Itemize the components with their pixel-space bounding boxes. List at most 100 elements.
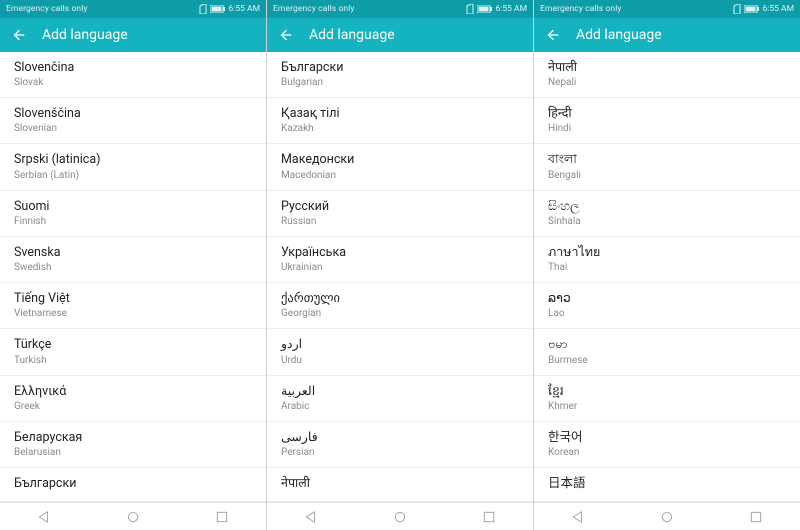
language-item[interactable]: Tiếng ViệtVietnamese xyxy=(0,283,266,329)
language-english: Ukrainian xyxy=(281,262,519,274)
language-item[interactable]: ខ្មែរKhmer xyxy=(534,376,800,422)
language-native: नेपाली xyxy=(281,476,519,492)
language-english: Macedonian xyxy=(281,170,519,182)
language-english: Lao xyxy=(548,308,786,320)
language-item[interactable]: हिन्दीHindi xyxy=(534,98,800,144)
language-english: Slovak xyxy=(14,77,252,89)
language-native: Slovenčina xyxy=(14,60,252,76)
language-item[interactable]: SuomiFinnish xyxy=(0,191,266,237)
language-item[interactable]: SvenskaSwedish xyxy=(0,237,266,283)
language-native: ภาษาไทย xyxy=(548,245,786,261)
language-item[interactable]: БългарскиBulgarian xyxy=(267,52,533,98)
language-english: Slovenian xyxy=(14,123,252,135)
language-english: Vietnamese xyxy=(14,308,252,320)
back-icon[interactable] xyxy=(544,26,562,44)
language-item[interactable]: বাংলাBengali xyxy=(534,144,800,190)
language-item[interactable]: SlovenčinaSlovak xyxy=(0,52,266,98)
language-english: Arabic xyxy=(281,401,519,413)
language-english: Georgian xyxy=(281,308,519,320)
language-native: Tiếng Việt xyxy=(14,291,252,307)
status-right: 6:55 AM xyxy=(733,4,794,14)
language-english: Burmese xyxy=(548,355,786,367)
sim-icon xyxy=(466,4,474,14)
language-item[interactable]: SlovenščinaSlovenian xyxy=(0,98,266,144)
screens-row: Emergency calls only 6:55 AM Add languag… xyxy=(0,0,800,530)
sim-icon xyxy=(733,4,741,14)
title-bar: Add language xyxy=(0,18,266,52)
title-bar: Add language xyxy=(267,18,533,52)
status-time: 6:55 AM xyxy=(763,4,794,14)
status-bar: Emergency calls only 6:55 AM xyxy=(0,0,266,18)
status-network: Emergency calls only xyxy=(540,4,621,14)
language-item[interactable]: 日本語 xyxy=(534,468,800,502)
language-english: Hindi xyxy=(548,123,786,135)
language-native: 日本語 xyxy=(548,476,786,492)
language-item[interactable]: فارسیPersian xyxy=(267,422,533,468)
language-item[interactable]: ລາວLao xyxy=(534,283,800,329)
language-item[interactable]: සිංහලSinhala xyxy=(534,191,800,237)
page-title: Add language xyxy=(576,27,662,43)
language-item[interactable]: اردو Urdu xyxy=(267,329,533,375)
language-item[interactable]: 한국어Korean xyxy=(534,422,800,468)
nav-recent-icon[interactable] xyxy=(745,506,767,528)
language-native: हिन्दी xyxy=(548,106,786,122)
language-english: Urdu xyxy=(281,355,519,367)
language-native: Беларуская xyxy=(14,430,252,446)
language-item[interactable]: ქართულიGeorgian xyxy=(267,283,533,329)
language-list[interactable]: БългарскиBulgarian Қазақ тіліKazakh Маке… xyxy=(267,52,533,502)
page-title: Add language xyxy=(42,27,128,43)
language-english: Belarusian xyxy=(14,447,252,459)
language-item[interactable]: नेपालीNepali xyxy=(534,52,800,98)
language-item[interactable]: Қазақ тіліKazakh xyxy=(267,98,533,144)
nav-back-icon[interactable] xyxy=(567,506,589,528)
language-native: Ελληνικά xyxy=(14,384,252,400)
battery-icon xyxy=(477,5,493,13)
language-english: Sinhala xyxy=(548,216,786,228)
language-native: Македонски xyxy=(281,152,519,168)
language-item[interactable]: ဗမာBurmese xyxy=(534,329,800,375)
language-item[interactable]: Български xyxy=(0,468,266,502)
language-item[interactable]: TürkçeTurkish xyxy=(0,329,266,375)
language-native: Қазақ тілі xyxy=(281,106,519,122)
language-item[interactable]: العربيةArabic xyxy=(267,376,533,422)
language-item[interactable]: БеларускаяBelarusian xyxy=(0,422,266,468)
nav-back-icon[interactable] xyxy=(300,506,322,528)
language-item[interactable]: Македонски Macedonian xyxy=(267,144,533,190)
language-native: සිංහල xyxy=(548,199,786,215)
screen-2: Emergency calls only 6:55 AM Add languag… xyxy=(534,0,800,530)
language-english: Nepali xyxy=(548,77,786,89)
status-network: Emergency calls only xyxy=(6,4,87,14)
language-item[interactable]: Srpski (latinica)Serbian (Latin) xyxy=(0,144,266,190)
language-native: Български xyxy=(281,60,519,76)
screen-0: Emergency calls only 6:55 AM Add languag… xyxy=(0,0,267,530)
battery-icon xyxy=(210,5,226,13)
language-english: Finnish xyxy=(14,216,252,228)
status-right: 6:55 AM xyxy=(199,4,260,14)
back-icon[interactable] xyxy=(10,26,28,44)
battery-icon xyxy=(744,5,760,13)
status-time: 6:55 AM xyxy=(229,4,260,14)
language-native: العربية xyxy=(281,384,519,400)
nav-recent-icon[interactable] xyxy=(478,506,500,528)
language-item[interactable]: ΕλληνικάGreek xyxy=(0,376,266,422)
language-native: Türkçe xyxy=(14,337,252,353)
status-bar: Emergency calls only 6:55 AM xyxy=(534,0,800,18)
language-native: Български xyxy=(14,476,252,492)
back-icon[interactable] xyxy=(277,26,295,44)
nav-home-icon[interactable] xyxy=(656,506,678,528)
language-list[interactable]: नेपालीNepali हिन्दीHindi বাংলাBengali සි… xyxy=(534,52,800,502)
language-list[interactable]: SlovenčinaSlovak SlovenščinaSlovenian Sr… xyxy=(0,52,266,502)
language-native: Slovenščina xyxy=(14,106,252,122)
language-native: اردو xyxy=(281,337,519,353)
language-item[interactable]: नेपाली xyxy=(267,468,533,502)
language-native: ລາວ xyxy=(548,291,786,307)
nav-back-icon[interactable] xyxy=(33,506,55,528)
page-title: Add language xyxy=(309,27,395,43)
language-item[interactable]: УкраїнськаUkrainian xyxy=(267,237,533,283)
language-english: Bulgarian xyxy=(281,77,519,89)
language-item[interactable]: РусскийRussian xyxy=(267,191,533,237)
nav-recent-icon[interactable] xyxy=(211,506,233,528)
language-item[interactable]: ภาษาไทยThai xyxy=(534,237,800,283)
nav-home-icon[interactable] xyxy=(122,506,144,528)
nav-home-icon[interactable] xyxy=(389,506,411,528)
